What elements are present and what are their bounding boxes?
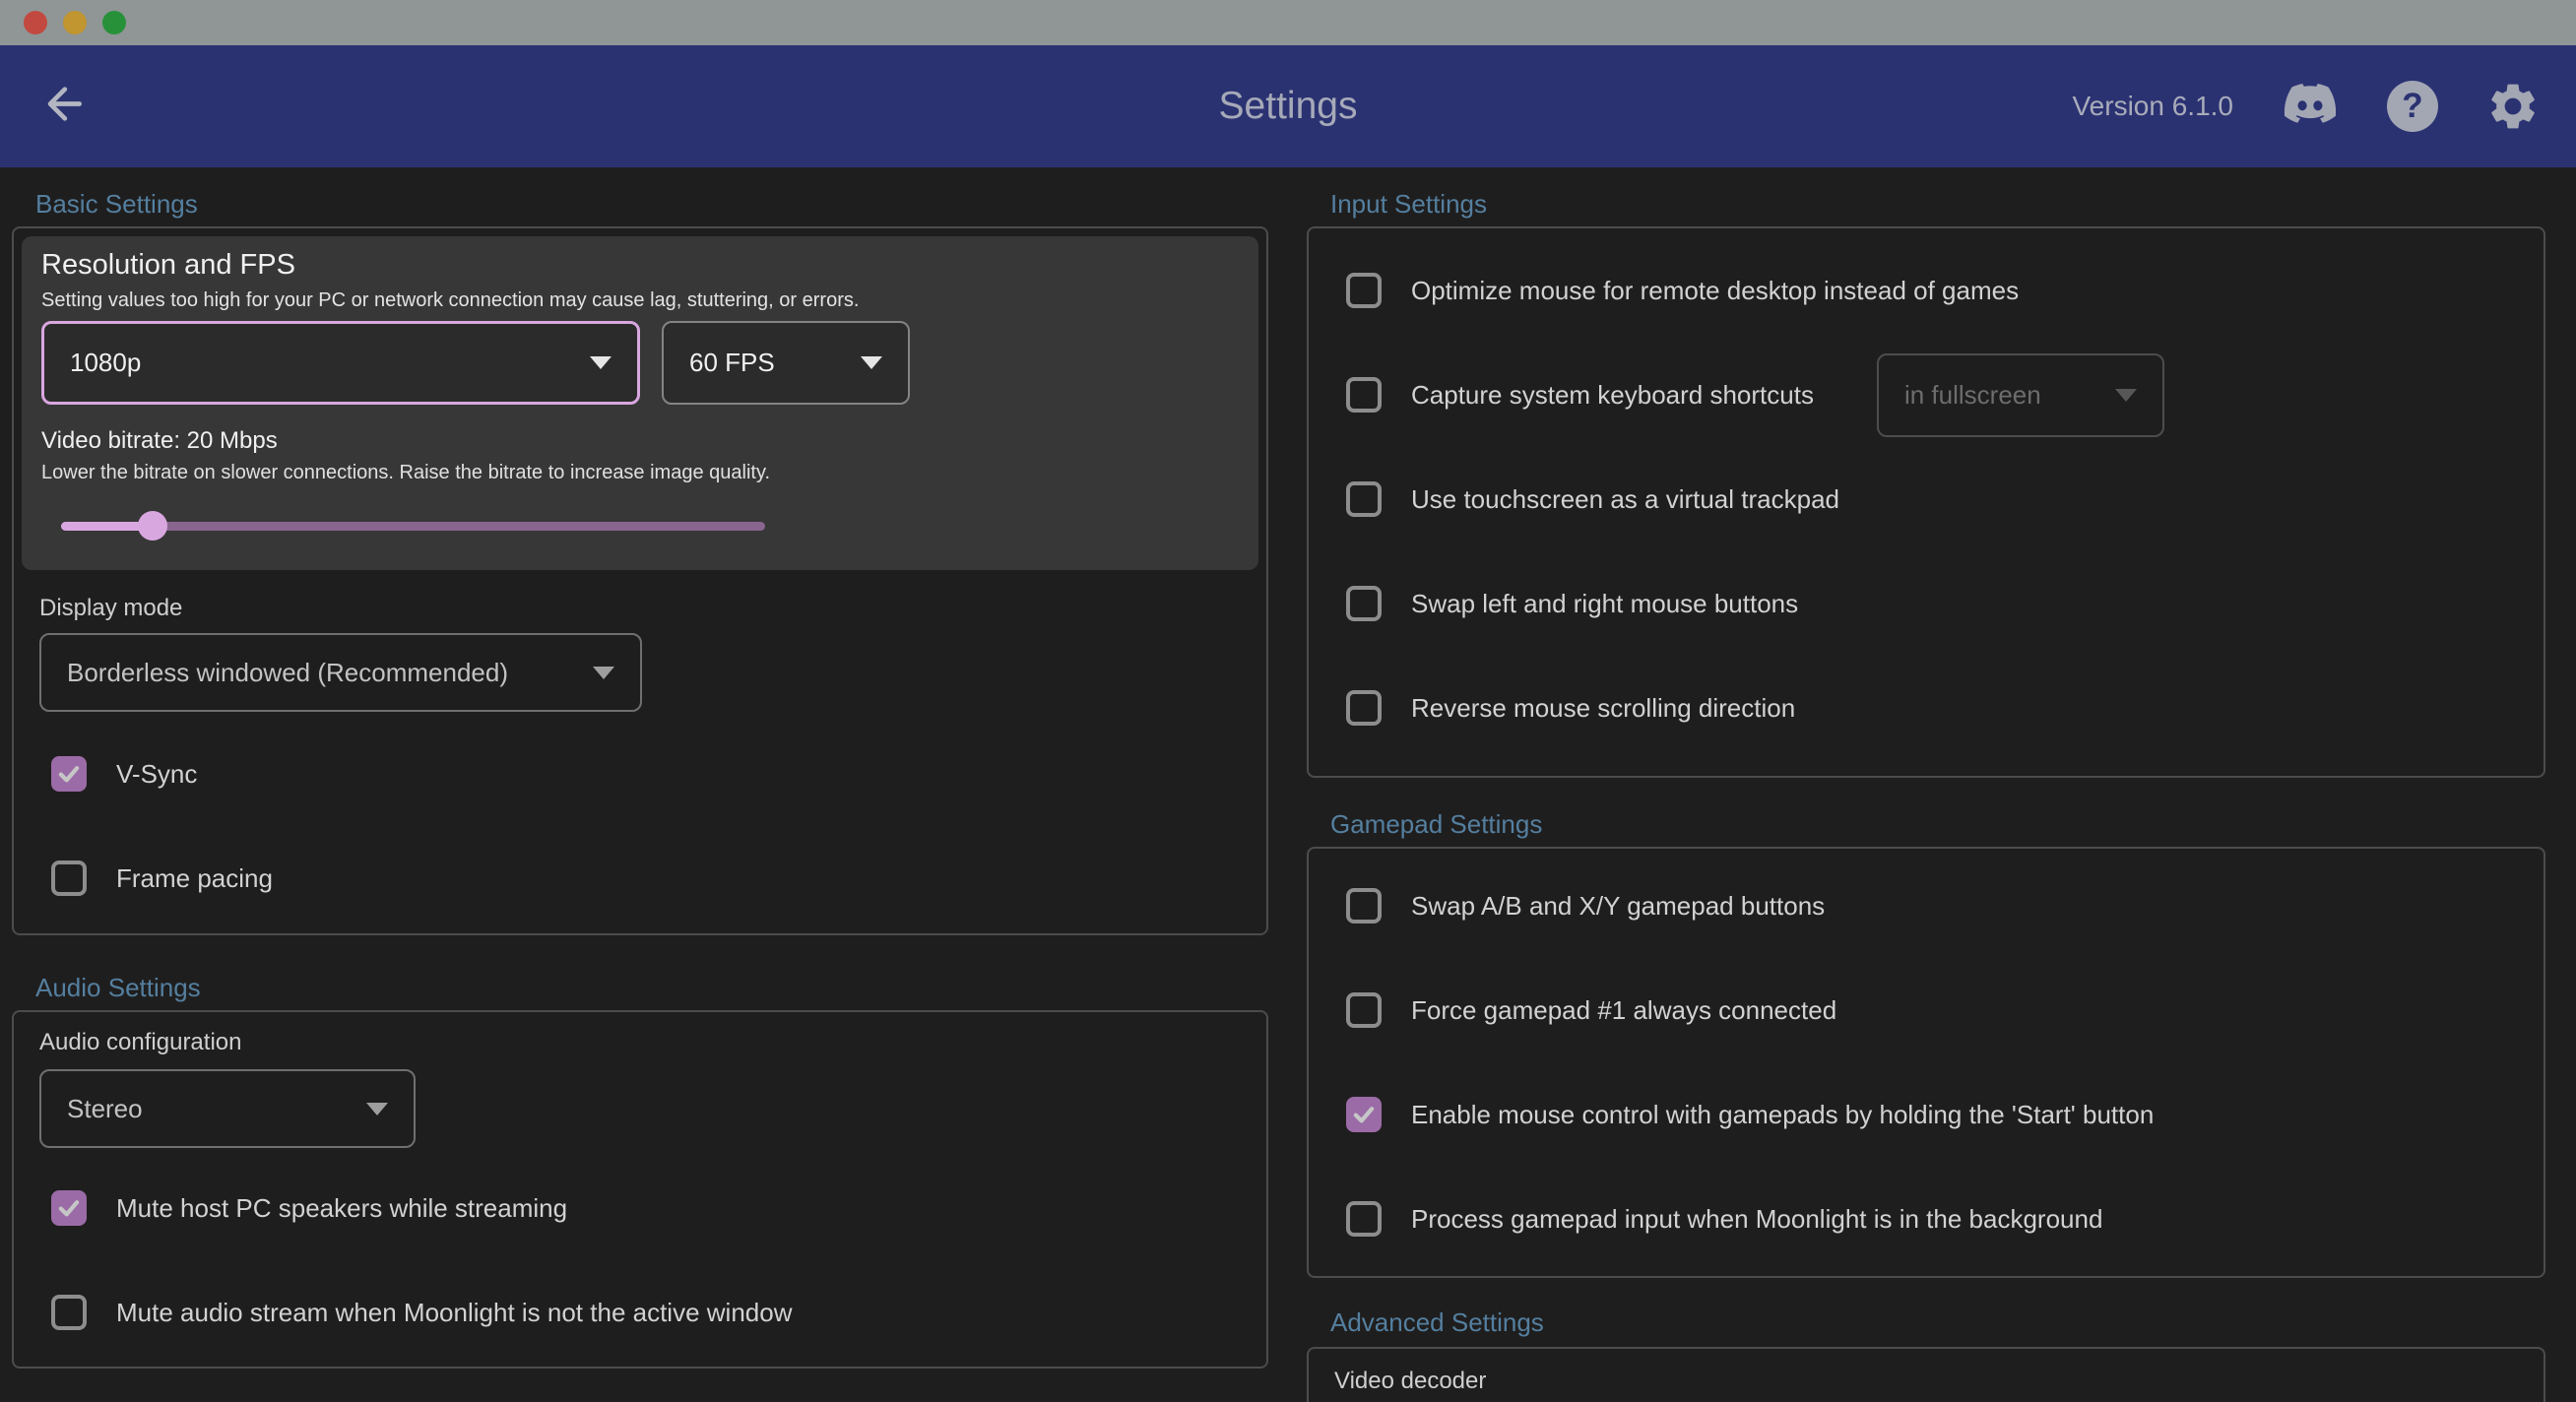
resolution-value: 1080p: [70, 348, 141, 378]
capture-shortcuts-mode-dropdown[interactable]: in fullscreen: [1877, 353, 2164, 437]
chevron-down-icon: [590, 356, 612, 369]
gear-icon[interactable]: [2485, 79, 2541, 134]
frame-pacing-checkbox[interactable]: [51, 860, 87, 896]
capture-shortcuts-label: Capture system keyboard shortcuts: [1411, 380, 1814, 411]
resolution-fps-panel: Resolution and FPS Setting values too hi…: [22, 236, 1258, 570]
reverse-scroll-row: Reverse mouse scrolling direction: [1309, 656, 2544, 760]
swap-mouse-row: Swap left and right mouse buttons: [1309, 551, 2544, 656]
gamepad-background-label: Process gamepad input when Moonlight is …: [1411, 1204, 2102, 1235]
section-title-basic: Basic Settings: [35, 187, 1268, 221]
discord-icon[interactable]: [2281, 83, 2340, 130]
force-gamepad-label: Force gamepad #1 always connected: [1411, 995, 1836, 1026]
vsync-row: V-Sync: [14, 739, 1266, 808]
audio-configuration-label: Audio configuration: [39, 1028, 1266, 1057]
audio-settings-group: Audio configuration Stereo Mute host PC …: [12, 1010, 1268, 1369]
force-gamepad-checkbox[interactable]: [1346, 992, 1382, 1028]
chevron-down-icon: [861, 356, 882, 369]
mute-host-label: Mute host PC speakers while streaming: [116, 1193, 567, 1224]
resolution-fps-title: Resolution and FPS: [41, 246, 1239, 284]
gamepad-background-row: Process gamepad input when Moonlight is …: [1309, 1167, 2544, 1271]
optimize-mouse-checkbox[interactable]: [1346, 273, 1382, 308]
settings-content: Basic Settings Resolution and FPS Settin…: [0, 167, 2576, 1402]
gamepad-settings-group: Swap A/B and X/Y gamepad buttons Force g…: [1307, 847, 2545, 1278]
mute-inactive-row: Mute audio stream when Moonlight is not …: [14, 1260, 1266, 1365]
input-settings-group: Optimize mouse for remote desktop instea…: [1307, 226, 2545, 778]
mute-host-checkbox[interactable]: [51, 1190, 87, 1226]
section-title-advanced: Advanced Settings: [1330, 1306, 2545, 1339]
optimize-mouse-label: Optimize mouse for remote desktop instea…: [1411, 276, 2019, 306]
audio-configuration-dropdown[interactable]: Stereo: [39, 1069, 416, 1148]
swap-mouse-checkbox[interactable]: [1346, 586, 1382, 621]
frame-pacing-row: Frame pacing: [14, 844, 1266, 913]
display-mode-dropdown[interactable]: Borderless windowed (Recommended): [39, 633, 642, 712]
display-mode-label: Display mode: [39, 594, 1266, 623]
gamepad-mouse-control-checkbox[interactable]: [1346, 1097, 1382, 1132]
reverse-scroll-checkbox[interactable]: [1346, 690, 1382, 726]
display-mode-value: Borderless windowed (Recommended): [67, 658, 508, 688]
bitrate-slider[interactable]: [61, 511, 765, 541]
help-icon[interactable]: ?: [2387, 81, 2438, 132]
back-arrow-icon[interactable]: [37, 79, 89, 135]
left-column: Basic Settings Resolution and FPS Settin…: [12, 167, 1268, 1369]
minimize-window-button[interactable]: [63, 11, 87, 34]
basic-settings-group: Resolution and FPS Setting values too hi…: [12, 226, 1268, 935]
slider-thumb[interactable]: [138, 511, 167, 541]
mute-inactive-label: Mute audio stream when Moonlight is not …: [116, 1298, 792, 1328]
touchscreen-trackpad-label: Use touchscreen as a virtual trackpad: [1411, 484, 1839, 515]
section-title-gamepad: Gamepad Settings: [1330, 807, 2545, 841]
fps-value: 60 FPS: [689, 348, 775, 378]
version-label: Version 6.1.0: [2073, 91, 2233, 122]
gamepad-mouse-control-row: Enable mouse control with gamepads by ho…: [1309, 1062, 2544, 1167]
mute-host-row: Mute host PC speakers while streaming: [14, 1156, 1266, 1260]
touchscreen-trackpad-checkbox[interactable]: [1346, 481, 1382, 517]
vsync-checkbox[interactable]: [51, 756, 87, 792]
chevron-down-icon: [593, 667, 614, 679]
vsync-label: V-Sync: [116, 759, 197, 790]
gamepad-background-checkbox[interactable]: [1346, 1201, 1382, 1237]
zoom-window-button[interactable]: [102, 11, 126, 34]
right-column: Input Settings Optimize mouse for remote…: [1307, 167, 2545, 1402]
header-actions: Version 6.1.0 ?: [2073, 79, 2541, 134]
close-window-button[interactable]: [24, 11, 47, 34]
moonlight-settings-window: Settings Version 6.1.0 ? Basic Settings …: [0, 0, 2576, 1402]
capture-shortcuts-mode-value: in fullscreen: [1904, 380, 2041, 411]
touchscreen-trackpad-row: Use touchscreen as a virtual trackpad: [1309, 447, 2544, 551]
advanced-settings-group: Video decoder: [1307, 1347, 2545, 1402]
titlebar: [0, 0, 2576, 45]
bitrate-caption: Lower the bitrate on slower connections.…: [41, 460, 1239, 485]
section-title-audio: Audio Settings: [35, 971, 1268, 1004]
swap-mouse-label: Swap left and right mouse buttons: [1411, 589, 1798, 619]
optimize-mouse-row: Optimize mouse for remote desktop instea…: [1309, 238, 2544, 343]
app-header: Settings Version 6.1.0 ?: [0, 45, 2576, 167]
chevron-down-icon: [366, 1103, 388, 1115]
chevron-down-icon: [2115, 389, 2137, 402]
bitrate-label: Video bitrate: 20 Mbps: [41, 426, 1239, 456]
capture-shortcuts-checkbox[interactable]: [1346, 377, 1382, 413]
swap-abxy-label: Swap A/B and X/Y gamepad buttons: [1411, 891, 1825, 922]
audio-configuration-value: Stereo: [67, 1094, 143, 1124]
resolution-dropdown[interactable]: 1080p: [41, 321, 640, 405]
capture-shortcuts-row: Capture system keyboard shortcuts in ful…: [1309, 343, 2544, 447]
resolution-fps-description: Setting values too high for your PC or n…: [41, 287, 1239, 313]
section-title-input: Input Settings: [1330, 187, 2545, 221]
mute-inactive-checkbox[interactable]: [51, 1295, 87, 1330]
swap-abxy-row: Swap A/B and X/Y gamepad buttons: [1309, 854, 2544, 958]
reverse-scroll-label: Reverse mouse scrolling direction: [1411, 693, 1795, 724]
help-question-glyph: ?: [2387, 81, 2438, 132]
force-gamepad-row: Force gamepad #1 always connected: [1309, 958, 2544, 1062]
gamepad-mouse-control-label: Enable mouse control with gamepads by ho…: [1411, 1100, 2154, 1130]
page-title: Settings: [1219, 85, 1358, 128]
frame-pacing-label: Frame pacing: [116, 863, 273, 894]
fps-dropdown[interactable]: 60 FPS: [662, 321, 910, 405]
video-decoder-label: Video decoder: [1334, 1367, 2544, 1396]
resolution-fps-row: 1080p 60 FPS: [41, 321, 1239, 405]
swap-abxy-checkbox[interactable]: [1346, 888, 1382, 924]
